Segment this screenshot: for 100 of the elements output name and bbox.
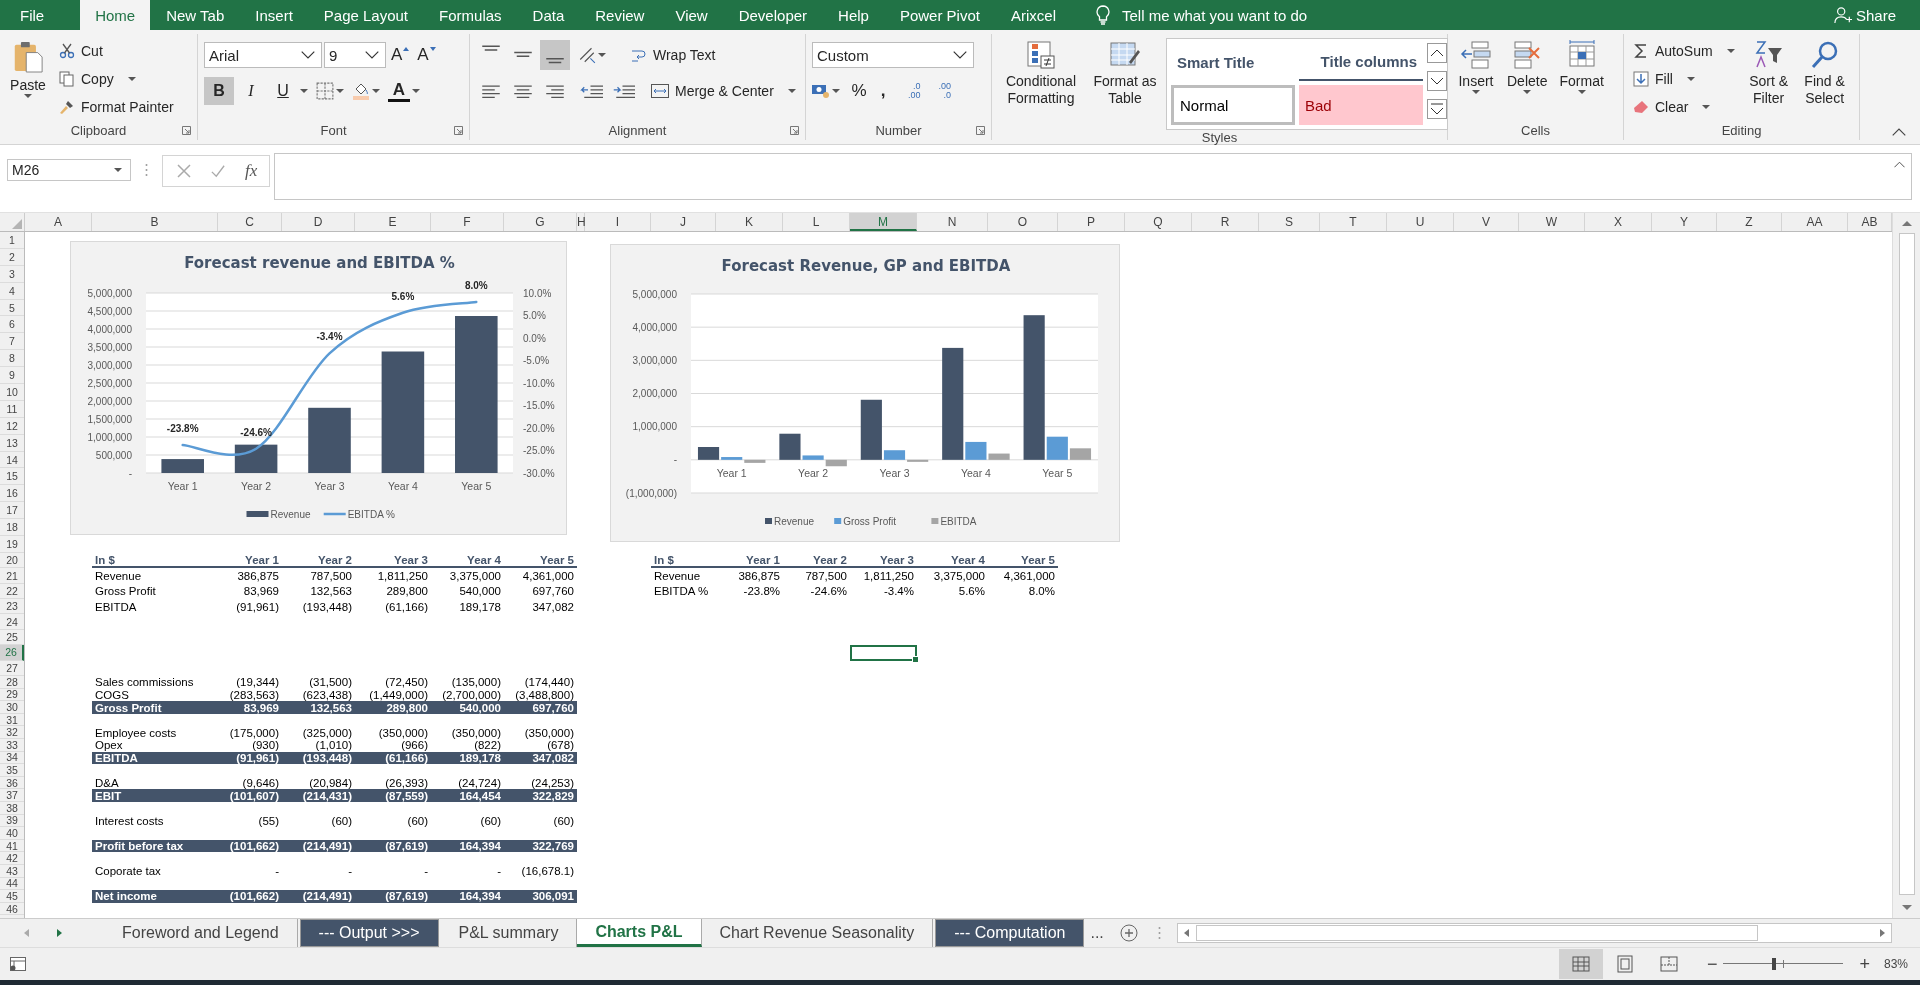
decrease-decimal-button[interactable]: .00 .0 (934, 82, 956, 100)
row-header[interactable]: 2 (0, 248, 24, 266)
borders-icon[interactable] (316, 82, 334, 100)
fill-bucket-icon[interactable] (352, 82, 370, 100)
row-header[interactable]: 46 (0, 902, 24, 916)
column-header[interactable]: Z (1717, 213, 1782, 231)
chart-panel[interactable]: Forecast Revenue, GP and EBITDA (1,000,000) - 1,000,000 2,000,000 3,000,000 4,000,000 5,000,000 Year 1 Year 2 Year 3 Year 4 Year 5 Revenue Gross Profit EBITDA (610, 244, 1120, 542)
menu-tab[interactable]: Help (823, 0, 884, 30)
dialog-launcher-icon[interactable] (976, 125, 985, 135)
column-header[interactable]: P (1058, 213, 1125, 231)
row-header[interactable]: 23 (0, 599, 24, 615)
column-header[interactable]: B (92, 213, 218, 231)
column-header[interactable]: V (1454, 213, 1519, 231)
paste-button[interactable]: Paste (6, 36, 50, 100)
zoom-in-button[interactable]: + (1853, 953, 1876, 975)
scrollbar-thumb[interactable] (1898, 233, 1915, 895)
column-header[interactable]: J (651, 213, 716, 231)
wrap-text-button[interactable]: Wrap Text (628, 42, 719, 68)
row-header[interactable]: 15 (0, 468, 24, 486)
row-header[interactable]: 5 (0, 299, 24, 317)
expand-icon[interactable] (1894, 161, 1905, 168)
row-header[interactable]: 4 (0, 282, 24, 300)
row-header[interactable]: 44 (0, 877, 24, 891)
row-header[interactable]: 40 (0, 827, 24, 840)
chart-panel[interactable] (70, 241, 567, 535)
cell-style-option[interactable]: Bad (1299, 85, 1423, 125)
caret-icon[interactable] (300, 89, 308, 93)
scrollbar-thumb[interactable] (1195, 925, 1758, 941)
font-style-button[interactable]: B (204, 77, 234, 105)
sheet-tab[interactable]: Charts P&L (577, 919, 702, 947)
column-header[interactable]: K (716, 213, 783, 231)
collapse-ribbon-icon[interactable] (1892, 128, 1906, 136)
column-header[interactable]: S (1259, 213, 1320, 231)
find-select-button[interactable]: Find & Select (1799, 36, 1850, 109)
row-header[interactable]: 10 (0, 384, 24, 401)
row-header[interactable]: 3 (0, 265, 24, 283)
row-header[interactable]: 42 (0, 852, 24, 865)
row-header[interactable]: 17 (0, 502, 24, 520)
caret-icon[interactable] (372, 89, 380, 93)
menu-tab[interactable]: Power Pivot (884, 0, 995, 30)
grow-font-button[interactable]: A (388, 41, 413, 69)
menu-tab[interactable]: Arixcel (995, 0, 1071, 30)
menu-tab[interactable]: Insert (240, 0, 308, 30)
row-header[interactable]: 26 (0, 645, 24, 661)
cut-button[interactable]: Cut (56, 38, 177, 64)
row-header[interactable]: 8 (0, 350, 24, 368)
row-header[interactable]: 28 (0, 676, 24, 689)
font-style-button[interactable]: U (268, 77, 298, 105)
text-orientation-icon[interactable] (578, 46, 596, 64)
increase-decimal-button[interactable]: .0 .00 (904, 82, 925, 100)
row-header[interactable]: 13 (0, 434, 24, 452)
merge-center-button[interactable]: Merge & Center (648, 78, 799, 104)
column-header[interactable]: X (1585, 213, 1652, 231)
delete-cells-button[interactable]: Delete (1504, 36, 1551, 96)
row-header[interactable]: 1 (0, 232, 24, 249)
scroll-right-icon[interactable] (1877, 928, 1887, 938)
column-header[interactable]: G (504, 213, 577, 231)
row-header[interactable]: 18 (0, 519, 24, 537)
dialog-launcher-icon[interactable] (790, 125, 799, 135)
sheet-tab[interactable]: --- Computation (935, 919, 1085, 947)
row-header[interactable]: 19 (0, 536, 24, 553)
column-header[interactable]: C (218, 213, 282, 231)
column-header[interactable]: N (917, 213, 988, 231)
row-header[interactable]: 29 (0, 688, 24, 702)
row-header[interactable]: 21 (0, 568, 24, 584)
column-header[interactable]: F (431, 213, 504, 231)
column-header[interactable]: D (282, 213, 355, 231)
font-color-button[interactable]: A (388, 80, 410, 102)
font-size-field[interactable]: 9 (324, 42, 386, 68)
drag-handle-icon[interactable] (1157, 926, 1161, 940)
column-header[interactable]: H (577, 213, 585, 231)
share-button[interactable]: Share (1833, 0, 1920, 30)
row-header[interactable]: 33 (0, 739, 24, 752)
insert-cells-button[interactable]: Insert (1454, 36, 1498, 96)
tell-me-search[interactable]: Tell me what you want to do (1122, 6, 1308, 24)
menu-tab[interactable]: Developer (723, 0, 823, 30)
percent-button[interactable]: % (848, 77, 870, 105)
column-header[interactable]: W (1519, 213, 1585, 231)
vertical-align-icon[interactable] (540, 40, 570, 70)
cell-style-option[interactable]: Normal (1171, 85, 1295, 125)
view-mode-icon[interactable] (1558, 949, 1603, 979)
row-header[interactable]: 27 (0, 660, 24, 677)
insert-function-button[interactable]: fx (245, 161, 258, 181)
row-header[interactable]: 34 (0, 751, 24, 765)
row-header[interactable]: 39 (0, 814, 24, 828)
conditional-formatting-button[interactable]: Conditional Formatting (998, 36, 1084, 109)
row-header[interactable]: 37 (0, 789, 24, 802)
cell-style-option[interactable]: Title columns (1299, 43, 1423, 81)
currency-icon[interactable] (812, 82, 830, 100)
row-header[interactable]: 41 (0, 839, 24, 853)
column-header[interactable]: Q (1125, 213, 1192, 231)
comma-style-button[interactable]: , (872, 77, 894, 105)
menu-tab[interactable]: Home (80, 0, 151, 30)
row-header[interactable]: 35 (0, 764, 24, 777)
row-header[interactable]: 14 (0, 451, 24, 469)
column-header[interactable]: M (850, 213, 917, 231)
format-as-table-button[interactable]: Format as Table (1090, 36, 1160, 109)
row-header[interactable]: 7 (0, 333, 24, 351)
menu-tab[interactable]: Review (580, 0, 660, 30)
row-header[interactable]: 12 (0, 417, 24, 435)
